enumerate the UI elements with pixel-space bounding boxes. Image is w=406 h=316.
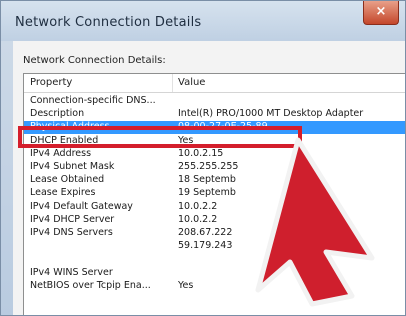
cursor-arrow-icon xyxy=(255,137,375,307)
